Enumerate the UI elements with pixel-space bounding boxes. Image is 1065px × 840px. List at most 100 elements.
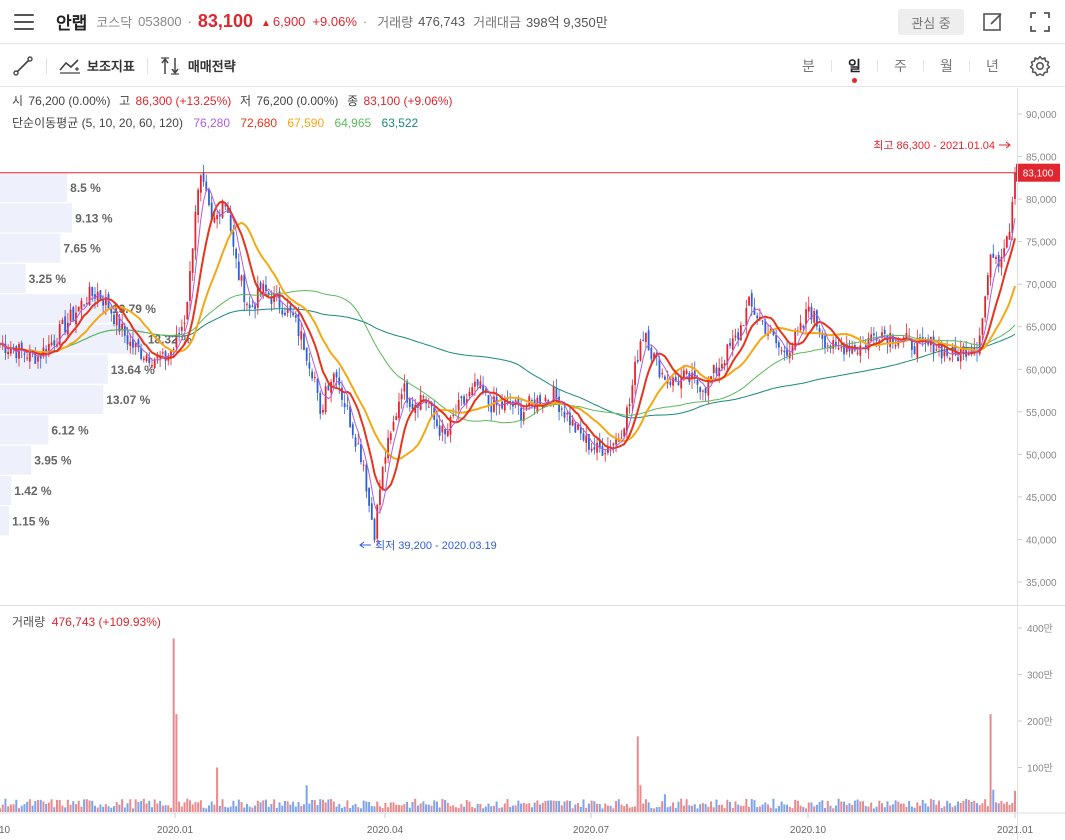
volume-bar: [536, 800, 539, 812]
candle-body: [259, 282, 262, 290]
volume-bar: [807, 802, 810, 812]
gear-icon[interactable]: [1029, 55, 1051, 77]
tab-week[interactable]: 주: [878, 56, 923, 76]
candle-body: [737, 332, 740, 340]
indicator-icon: [59, 58, 80, 74]
candle-body: [300, 331, 303, 340]
volume-bar: [395, 804, 398, 812]
volume-bar: [520, 803, 523, 812]
strategy-button[interactable]: 매매전략: [160, 56, 236, 75]
candle-body: [441, 425, 444, 433]
candle-body: [870, 334, 873, 342]
volume-chart[interactable]: 400만 300만 200만 100만 2019.10 2020.01 2020.04 20…: [0, 606, 1065, 840]
candle-body: [202, 173, 205, 182]
candle-body: [981, 318, 984, 335]
volume-bar: [715, 799, 718, 812]
candle-body: [343, 403, 346, 408]
fullscreen-icon[interactable]: [1030, 12, 1050, 32]
y-tick-label: 85,000: [1026, 153, 1057, 164]
candle-body: [520, 407, 522, 421]
candle-body: [316, 378, 319, 393]
volume-bar: [946, 800, 949, 812]
stock-header: 안랩 코스닥 053800 · 83,100 ▲ 6,900 +9.06% · 거…: [0, 0, 1065, 44]
indicator-button[interactable]: 보조지표: [59, 56, 135, 75]
volume-bar: [74, 804, 77, 812]
candle-body: [284, 312, 286, 316]
volume-bar: [577, 803, 580, 812]
candle-body: [381, 466, 384, 490]
y-tick-label: 45,000: [1026, 493, 1057, 504]
y-tick-label: 50,000: [1026, 450, 1057, 461]
volume-bar: [1003, 803, 1006, 812]
volume-profile-bar: [0, 445, 32, 475]
volume-bar: [191, 804, 194, 812]
volume-bar: [636, 736, 639, 812]
candle-body: [457, 399, 460, 411]
volume-bar: [699, 804, 702, 812]
volume-bar: [150, 807, 153, 812]
volume-bar: [788, 806, 791, 812]
candle-body: [490, 406, 493, 413]
volume-bar: [159, 800, 162, 812]
candle-body: [685, 370, 688, 374]
volume-bar: [875, 806, 878, 812]
menu-icon[interactable]: [14, 13, 34, 30]
low-arrow-icon: [359, 541, 371, 549]
tab-minute[interactable]: 분: [786, 56, 831, 76]
candle-body: [571, 420, 574, 426]
volume-bar: [194, 802, 197, 812]
watchlist-button[interactable]: 관심 중: [898, 9, 964, 35]
candle-body: [696, 379, 699, 385]
volume-bar: [61, 805, 64, 812]
volume-bar: [742, 805, 745, 812]
candle-body: [799, 323, 802, 331]
volume-bar: [772, 798, 775, 812]
candle-body: [322, 409, 324, 413]
volume-bar: [248, 806, 251, 812]
volume-bar: [764, 802, 767, 812]
volume-bar: [167, 805, 170, 812]
candle-body: [748, 296, 750, 306]
volume-bar: [758, 806, 761, 812]
period-tabs: 분 일 주 월 년: [786, 45, 1015, 87]
amount-label: 거래대금: [473, 15, 521, 30]
volume-bar: [335, 806, 338, 812]
draw-line-icon[interactable]: [12, 55, 34, 77]
volume-bar: [568, 800, 571, 812]
volume-bar: [870, 802, 873, 812]
volume-bar: [15, 799, 18, 812]
volume-bar: [96, 807, 99, 812]
volume-bar: [1000, 800, 1003, 812]
volume-bar: [718, 804, 721, 812]
candle-body: [699, 387, 702, 392]
candle-body: [398, 401, 400, 419]
price-chart[interactable]: 8.5 %9.13 %7.65 %3.25 %13.79 %18.32 %13.…: [0, 88, 1065, 605]
candle-body: [113, 314, 115, 324]
candle-body: [729, 342, 731, 346]
volume-bar: [142, 798, 145, 812]
volume-bar: [357, 807, 360, 812]
tab-day[interactable]: 일: [832, 56, 877, 83]
volume-bar: [210, 801, 213, 812]
volume-bar: [940, 807, 943, 812]
edit-icon[interactable]: [982, 11, 1004, 33]
volume-bar: [919, 805, 922, 812]
candle-body: [194, 211, 197, 251]
candle-body: [132, 339, 134, 348]
candle-body: [422, 395, 425, 398]
candle-body: [403, 383, 406, 392]
volume-bar: [522, 802, 525, 812]
candle-body: [688, 372, 691, 383]
stock-name: 안랩: [56, 14, 88, 33]
amount-value: 398억 9,350만: [525, 15, 608, 30]
candle-body: [615, 439, 617, 445]
tab-year[interactable]: 년: [970, 56, 1015, 76]
volume-bar: [365, 801, 368, 812]
volume-bar: [47, 802, 50, 812]
candle-body: [208, 189, 210, 206]
volume-bar: [644, 799, 647, 812]
volume-bar: [311, 799, 314, 812]
volume-bar: [921, 799, 924, 812]
tab-month[interactable]: 월: [924, 56, 969, 76]
volume-bar: [7, 806, 10, 812]
